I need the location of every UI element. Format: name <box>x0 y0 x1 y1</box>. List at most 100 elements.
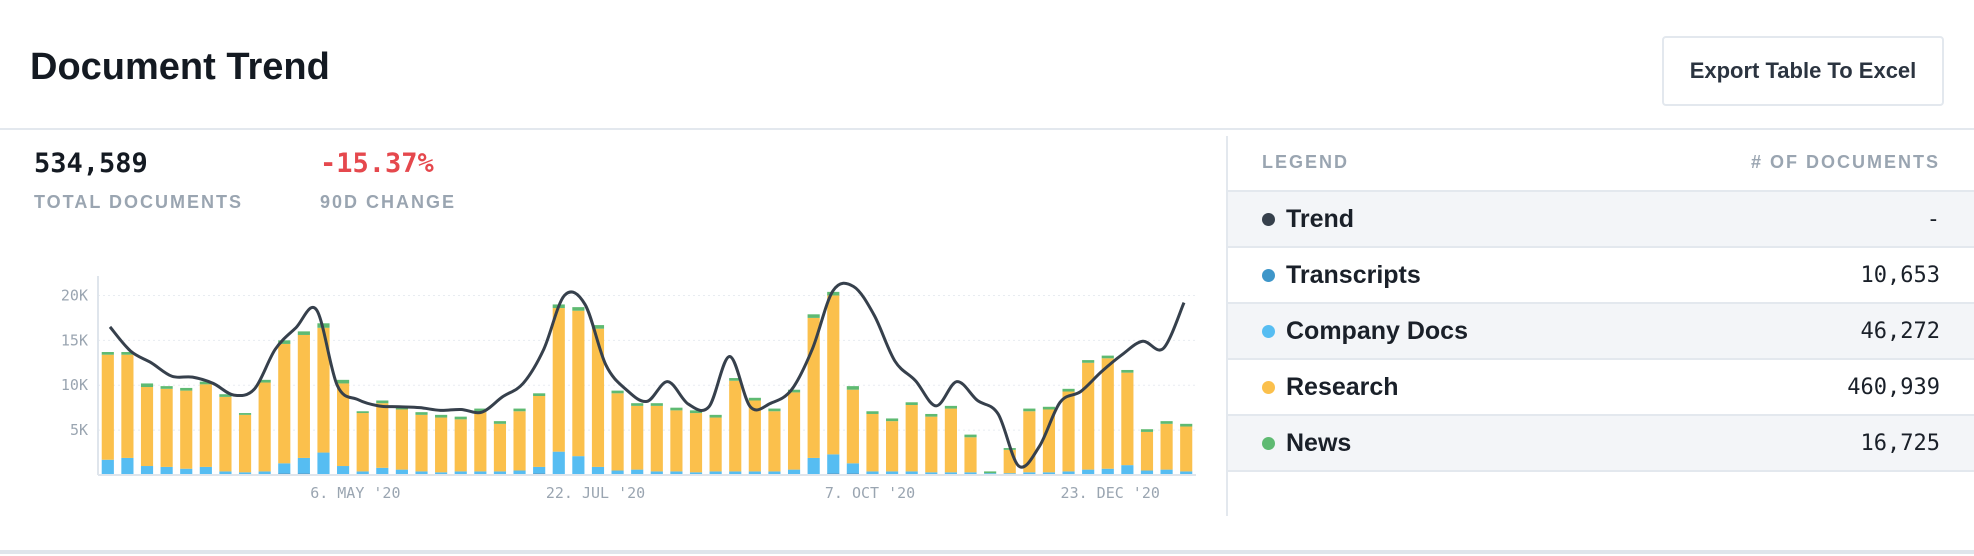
change-90d-value: -15.37% <box>320 148 434 179</box>
bar-research <box>1180 426 1193 472</box>
y-tick-label: 20K <box>61 286 88 304</box>
bar-research <box>180 390 193 469</box>
bar-research <box>729 380 742 472</box>
bar-research <box>1003 449 1016 474</box>
bar-news <box>925 413 938 417</box>
bar-news <box>101 352 114 355</box>
document-trend-chart: 20K 15K 10K 5K 6. MAY '20 22. JUL '20 7. OCT '… <box>61 276 1196 502</box>
bar-research <box>1101 358 1114 469</box>
bar-research <box>807 317 820 458</box>
bar-research <box>709 417 722 472</box>
legend-count: 46,272 <box>1860 319 1940 344</box>
bar-news <box>1082 360 1095 363</box>
legend-name: Company Docs <box>1286 317 1468 345</box>
bar-research <box>1140 431 1154 471</box>
bar-research <box>611 393 624 471</box>
bar-news <box>1023 408 1036 412</box>
bar-company-docs <box>533 466 546 474</box>
bar-company-docs <box>552 451 565 475</box>
bar-research <box>121 354 134 458</box>
y-tick-label: 10K <box>61 376 88 394</box>
bar-news <box>748 397 761 401</box>
bar-company-docs <box>199 466 212 475</box>
bar-research <box>591 328 605 467</box>
bar-news <box>238 413 252 415</box>
bar-news <box>180 387 193 391</box>
bar-company-docs <box>337 466 350 475</box>
bar-news <box>1180 423 1193 427</box>
bar-news <box>709 414 722 418</box>
bar-research <box>356 413 369 472</box>
legend-panel: LEGEND # OF DOCUMENTS Trend - Transcript… <box>1228 130 1974 472</box>
bar-news <box>866 411 879 414</box>
bar-news <box>846 386 859 390</box>
bar-news <box>1121 369 1134 373</box>
legend-name: Trend <box>1286 205 1355 233</box>
bar-news <box>905 402 918 405</box>
bar-news <box>1101 355 1114 359</box>
bar-research <box>631 405 644 470</box>
bar-company-docs <box>317 452 330 475</box>
legend-row-company-docs[interactable]: Company Docs 46,272 <box>1228 304 1974 360</box>
bar-research <box>866 413 879 472</box>
legend-row-research[interactable]: Research 460,939 <box>1228 360 1974 416</box>
x-tick-label: 7. OCT '20 <box>825 484 915 502</box>
bar-research <box>238 414 252 473</box>
total-documents-label: TOTAL DOCUMENTS <box>34 192 243 212</box>
legend-name: Research <box>1286 373 1399 401</box>
bar-research <box>787 392 801 470</box>
y-tick-label: 5K <box>70 421 88 439</box>
legend-row-news[interactable]: News 16,725 <box>1228 416 1974 472</box>
bar-company-docs <box>297 457 310 474</box>
bar-research <box>160 388 173 467</box>
bar-news <box>337 379 350 384</box>
bar-news <box>670 407 683 411</box>
bar-research <box>415 414 428 472</box>
change-90d-label: 90D CHANGE <box>320 192 457 212</box>
bar-news <box>1140 429 1154 432</box>
bar-research <box>297 334 310 458</box>
bar-research <box>278 343 291 464</box>
bar-news <box>533 393 546 397</box>
bar-research <box>925 416 938 473</box>
bar-research <box>513 411 526 471</box>
bar-news <box>886 418 899 422</box>
bar-research <box>768 411 781 472</box>
trend-dot-icon <box>1262 213 1275 226</box>
bar-research <box>1121 372 1134 466</box>
company-docs-dot-icon <box>1262 325 1275 338</box>
bar-news <box>435 414 448 418</box>
bar-research <box>435 417 448 473</box>
x-tick-label: 23. DEC '20 <box>1061 484 1160 502</box>
legend-row-transcripts[interactable]: Transcripts 10,653 <box>1228 248 1974 304</box>
export-table-button[interactable]: Export Table To Excel <box>1662 36 1944 106</box>
bar-research <box>1062 391 1075 472</box>
bar-company-docs <box>591 466 605 475</box>
bar-research <box>454 419 467 472</box>
bar-research <box>689 413 703 473</box>
bar-news <box>1160 421 1173 424</box>
bar-news <box>631 403 644 406</box>
bar-company-docs <box>160 466 173 475</box>
legend-header-count: # OF DOCUMENTS <box>1750 152 1940 172</box>
bar-company-docs <box>572 456 585 475</box>
bar-research <box>533 396 546 467</box>
research-dot-icon <box>1262 381 1275 394</box>
legend-name: Transcripts <box>1286 261 1421 289</box>
bar-news <box>160 386 173 389</box>
bar-news <box>356 411 369 414</box>
legend-count: - <box>1926 207 1940 232</box>
bar-news <box>513 408 526 412</box>
legend-row-trend[interactable]: Trend - <box>1228 192 1974 248</box>
bar-news <box>768 408 781 412</box>
bar-company-docs <box>376 467 389 475</box>
bar-news <box>1042 406 1056 410</box>
bar-research <box>376 403 389 468</box>
bar-news <box>376 400 389 404</box>
bar-research <box>493 423 507 472</box>
bar-news <box>454 416 467 420</box>
bar-research <box>258 382 271 472</box>
bar-news <box>297 331 310 335</box>
bar-company-docs <box>846 463 859 474</box>
bar-research <box>101 354 114 460</box>
